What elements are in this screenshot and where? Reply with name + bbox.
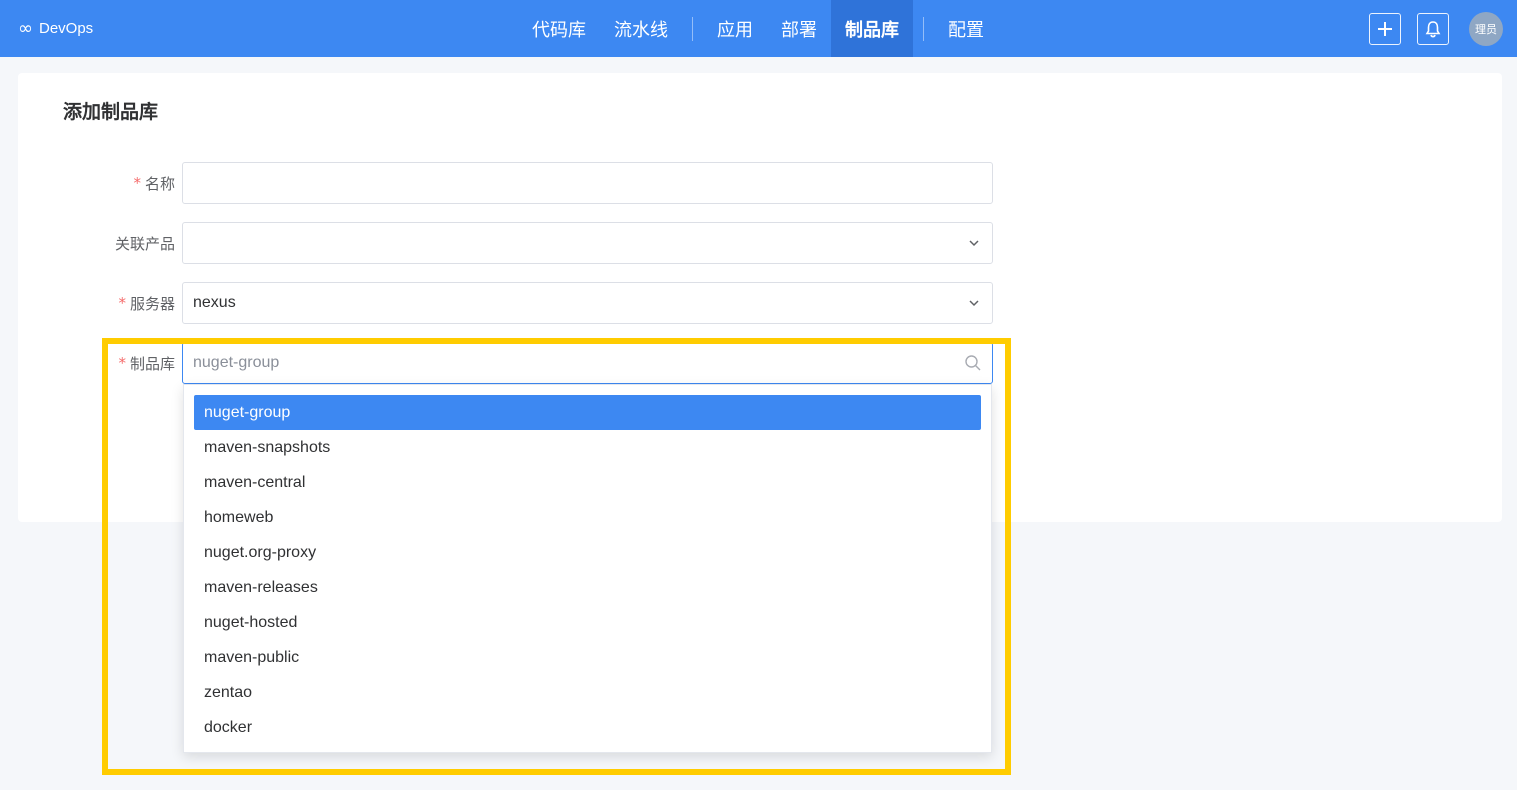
nav-divider: [692, 16, 693, 41]
repo-dropdown: nuget-group maven-snapshots maven-centra…: [183, 384, 992, 753]
add-button[interactable]: [1369, 12, 1401, 45]
server-label-text: 服务器: [129, 294, 175, 313]
plus-icon: [1378, 21, 1392, 36]
product-label: 关联产品: [115, 222, 175, 264]
server-label: * 服务器: [118, 282, 175, 324]
main-nav: 代码库 流水线 应用 部署 制品库 配置: [518, 0, 998, 57]
nav-item-pipeline[interactable]: 流水线: [600, 0, 682, 57]
name-label-text: 名称: [144, 174, 175, 193]
logo-text: DevOps: [39, 20, 94, 37]
dropdown-option[interactable]: maven-snapshots: [194, 430, 981, 465]
repo-select-input[interactable]: nuget-group: [182, 342, 993, 384]
form-row-product: 关联产品: [18, 222, 1018, 264]
required-mark: *: [118, 294, 126, 312]
server-select-value: nexus: [193, 294, 236, 311]
repo-label: * 制品库: [118, 342, 175, 384]
nav-item-artifacts[interactable]: 制品库: [831, 0, 913, 57]
form-row-server: * 服务器 nexus: [18, 282, 1018, 324]
product-select[interactable]: [182, 222, 993, 264]
product-label-text: 关联产品: [114, 234, 175, 253]
search-icon: [965, 355, 981, 371]
form-row-repo: * 制品库 nuget-group: [18, 342, 1018, 384]
top-actions: 理员: [1369, 0, 1503, 57]
dropdown-option[interactable]: maven-releases: [194, 570, 981, 605]
server-select[interactable]: nexus: [182, 282, 993, 324]
nav-item-code[interactable]: 代码库: [518, 0, 600, 57]
repo-select-placeholder: nuget-group: [193, 354, 280, 371]
nav-item-deploy[interactable]: 部署: [767, 0, 831, 57]
page-title: 添加制品库: [63, 101, 159, 123]
dropdown-option[interactable]: nuget.org-proxy: [194, 535, 981, 570]
avatar[interactable]: 理员: [1469, 11, 1503, 46]
bell-icon: [1425, 20, 1441, 37]
chevron-down-icon: [969, 300, 979, 307]
chevron-down-icon: [969, 240, 979, 247]
form-row-name: * 名称: [18, 162, 1018, 204]
dropdown-option[interactable]: homeweb: [194, 500, 981, 535]
dropdown-option[interactable]: maven-central: [194, 465, 981, 500]
nav-divider: [923, 16, 924, 41]
name-label: * 名称: [133, 162, 175, 204]
dropdown-option[interactable]: docker: [194, 710, 981, 745]
dropdown-option[interactable]: maven-public: [194, 640, 981, 675]
dropdown-option[interactable]: zentao: [194, 675, 981, 710]
infinity-icon: ∞: [18, 18, 33, 39]
logo[interactable]: ∞ DevOps: [18, 0, 93, 57]
dropdown-option[interactable]: nuget-hosted: [194, 605, 981, 640]
notifications-button[interactable]: [1417, 12, 1449, 45]
dropdown-option[interactable]: nuget-group: [194, 395, 981, 430]
required-mark: *: [133, 174, 141, 192]
nav-item-apps[interactable]: 应用: [703, 0, 767, 57]
required-mark: *: [118, 354, 126, 372]
nav-item-config[interactable]: 配置: [934, 0, 998, 57]
repo-label-text: 制品库: [129, 354, 175, 373]
name-input[interactable]: [182, 162, 993, 204]
top-navbar: ∞ DevOps 代码库 流水线 应用 部署 制品库 配置 理员: [0, 0, 1517, 57]
